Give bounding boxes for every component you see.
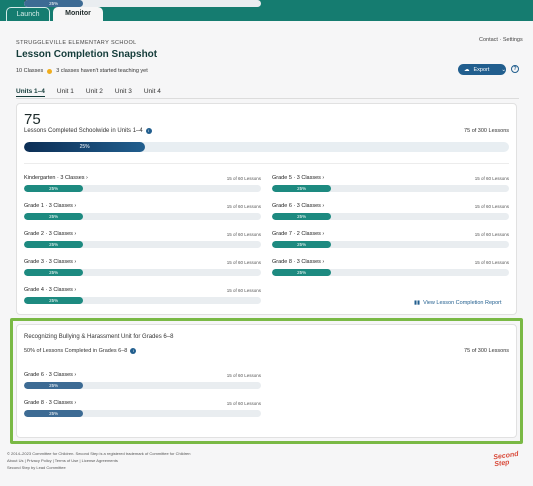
tab-monitor[interactable]: Monitor <box>53 7 103 21</box>
grade-row-count: 15 of 60 Lessons <box>226 232 261 237</box>
overall-progress-bar: 25% <box>24 142 509 152</box>
overall-count: 75 of 300 Lessons <box>464 128 509 134</box>
grade-progress-bar: 25% <box>24 297 261 304</box>
export-button[interactable]: ☁ Export ⌄ <box>458 64 506 75</box>
grade-progress-bar: 25% <box>24 0 261 7</box>
lesson-report-link[interactable]: ▮▮ View Lesson Completion Report <box>414 300 502 306</box>
grade-row-label[interactable]: Grade 2 · 3 Classes › <box>24 231 76 237</box>
grade-progress-fill: 25% <box>24 185 84 192</box>
class-count: 10 Classes <box>16 68 44 74</box>
tab-units-1-4[interactable]: Units 1–4 <box>16 88 45 97</box>
grade-progress-bar: 25% <box>272 213 509 220</box>
export-label: Export <box>473 66 490 73</box>
overall-progress-fill: 25% <box>24 142 146 152</box>
grade-progress-bar: 25% <box>272 269 509 276</box>
footer-copyright: © 2014–2023 Committee for Children. Seco… <box>7 451 191 456</box>
grade-progress-fill: 25% <box>272 269 332 276</box>
grade-row-label[interactable]: Grade 3 · 3 Classes › <box>24 259 76 265</box>
grade-progress-bar: 25% <box>24 185 261 192</box>
lessons-completed-label: Lessons Completed Schoolwide in Units 1–… <box>24 128 152 134</box>
warning-dot-icon <box>47 68 53 74</box>
bullying-subtitle-text: 50% of Lessons Completed in Grades 6–8 <box>24 348 128 354</box>
bullying-title: Recognizing Bullying & Harassment Unit f… <box>24 334 174 340</box>
grade-progress-bar: 25% <box>24 382 261 389</box>
contact-settings-link[interactable]: Contact · Settings <box>479 37 523 43</box>
tab-unit-2[interactable]: Unit 2 <box>86 88 103 97</box>
grade-progress-bar: 25% <box>24 213 261 220</box>
grade-progress-fill: 25% <box>272 185 332 192</box>
unit-tabs: Units 1–4 Unit 1 Unit 2 Unit 3 Unit 4 <box>16 88 161 97</box>
grade-progress-bar: 25% <box>272 241 509 248</box>
grade-progress-fill: 25% <box>24 410 84 417</box>
tab-unit-3[interactable]: Unit 3 <box>115 88 132 97</box>
info-icon[interactable]: i <box>145 128 152 134</box>
tab-unit-1[interactable]: Unit 1 <box>57 88 74 97</box>
grade-progress-fill: 25% <box>272 241 332 248</box>
help-icon[interactable]: ? <box>511 65 519 73</box>
lessons-completed-text: Lessons Completed Schoolwide in Units 1–… <box>24 128 143 134</box>
grade-row-label[interactable]: Grade 8 · 3 Classes › <box>24 400 76 406</box>
notice-text: 3 classes haven't started teaching yet <box>56 68 148 74</box>
grade-progress-fill: 25% <box>24 269 84 276</box>
grade-progress-fill: 25% <box>24 382 84 389</box>
grade-row-label[interactable]: Grade 6 · 3 Classes › <box>24 372 76 378</box>
grade-row-label[interactable]: Kindergarten · 3 Classes › <box>24 175 88 181</box>
grade-progress-fill: 25% <box>24 0 84 7</box>
grade-row-count: 15 of 60 Lessons <box>474 260 509 265</box>
page-title: Lesson Completion Snapshot <box>16 49 158 60</box>
class-meta: 10 Classes 3 classes haven't started tea… <box>16 68 148 74</box>
grade-progress-fill: 25% <box>24 213 84 220</box>
grade-progress-bar: 25% <box>24 410 261 417</box>
grade-row-count: 15 of 60 Lessons <box>226 401 261 406</box>
section-divider <box>24 163 509 164</box>
grade-row-label[interactable]: Grade 1 · 3 Classes › <box>24 203 76 209</box>
grade-row-count: 15 of 60 Lessons <box>226 373 261 378</box>
grade-progress-fill: 25% <box>24 241 84 248</box>
grade-row-count: 15 of 60 Lessons <box>226 260 261 265</box>
schoolwide-card <box>16 103 517 315</box>
grade-row-label[interactable]: Grade 6 · 3 Classes › <box>272 203 324 209</box>
lessons-completed-number: 75 <box>24 111 41 128</box>
grade-progress-fill: 25% <box>24 297 84 304</box>
footer-credit: Second Step by Lead Committee <box>7 465 66 470</box>
grade-row-label[interactable]: Grade 5 · 3 Classes › <box>272 175 324 181</box>
footer-links[interactable]: About Us | Privacy Policy | Terms of Use… <box>7 458 118 463</box>
grade-row-label[interactable]: Grade 8 · 3 Classes › <box>272 259 324 265</box>
tab-unit-4[interactable]: Unit 4 <box>144 88 161 97</box>
tab-launch[interactable]: Launch <box>6 7 50 21</box>
grade-row-label[interactable]: Grade 7 · 2 Classes › <box>272 231 324 237</box>
grade-progress-bar: 25% <box>24 241 261 248</box>
grade-row-count: 15 of 60 Lessons <box>226 176 261 181</box>
info-icon[interactable]: i <box>130 348 137 354</box>
tab-divider <box>16 98 519 99</box>
bar-chart-icon: ▮▮ <box>414 300 421 306</box>
cloud-download-icon: ☁ <box>464 66 470 73</box>
report-link-label: View Lesson Completion Report <box>423 300 502 306</box>
grade-row-count: 15 of 60 Lessons <box>226 288 261 293</box>
school-name: STRUGGLEVILLE ELEMENTARY SCHOOL <box>16 40 137 46</box>
grade-row-count: 15 of 60 Lessons <box>474 176 509 181</box>
grade-row-label[interactable]: Grade 4 · 3 Classes › <box>24 287 76 293</box>
chevron-down-icon: ⌄ <box>501 66 507 73</box>
bullying-subtitle: 50% of Lessons Completed in Grades 6–8 i <box>24 348 137 354</box>
bullying-count: 75 of 300 Lessons <box>464 348 509 354</box>
grade-row-count: 15 of 60 Lessons <box>474 232 509 237</box>
grade-progress-bar: 25% <box>272 185 509 192</box>
grade-progress-fill: 25% <box>272 213 332 220</box>
grade-progress-bar: 25% <box>24 269 261 276</box>
grade-row-count: 15 of 60 Lessons <box>226 204 261 209</box>
grade-row-count: 15 of 60 Lessons <box>474 204 509 209</box>
